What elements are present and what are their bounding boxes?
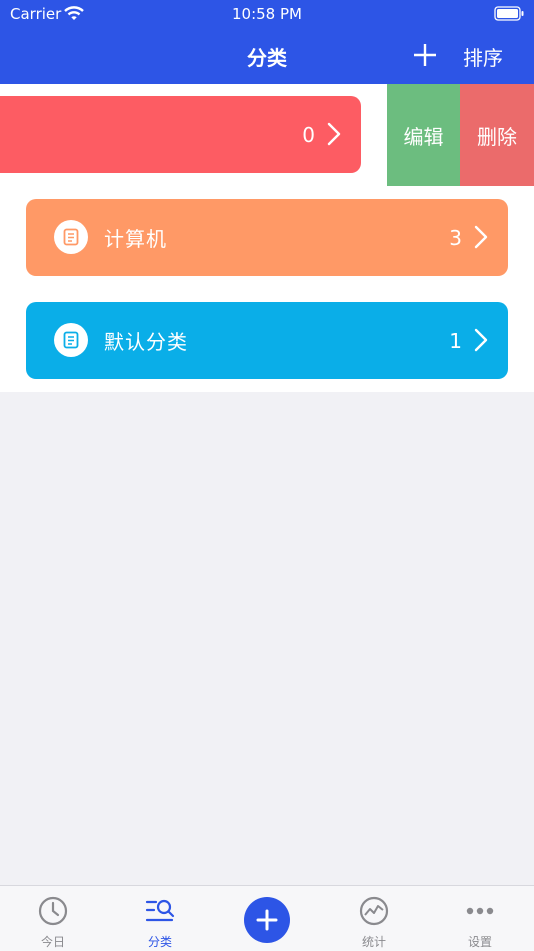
category-count: 3 bbox=[449, 225, 462, 250]
tab-label: 统计 bbox=[361, 935, 386, 949]
tab-bar: 今日 分类 统计 设置 bbox=[0, 885, 534, 951]
tab-category[interactable]: 分类 bbox=[120, 886, 200, 951]
stats-icon bbox=[359, 896, 389, 926]
tab-label: 分类 bbox=[147, 935, 172, 949]
category-label: 默认分类 bbox=[104, 330, 188, 354]
plus-icon bbox=[256, 909, 278, 931]
category-count: 1 bbox=[449, 328, 462, 353]
clock-icon bbox=[38, 896, 68, 926]
more-icon bbox=[466, 907, 494, 915]
nav-header: Carrier 10:58 PM 分类 排序 bbox=[0, 0, 534, 84]
status-bar: Carrier 10:58 PM bbox=[0, 0, 534, 30]
delete-button-label: 删除 bbox=[477, 124, 517, 149]
add-record-button[interactable] bbox=[244, 897, 290, 943]
chevron-right-icon bbox=[327, 122, 341, 146]
edit-button-label: 编辑 bbox=[403, 124, 444, 149]
battery-icon bbox=[494, 6, 524, 21]
sort-button[interactable]: 排序 bbox=[463, 42, 503, 71]
category-list: 0 编辑 删除 计算机 3 默认分类 1 bbox=[0, 84, 534, 392]
tab-today[interactable]: 今日 bbox=[13, 886, 93, 951]
chevron-right-icon bbox=[474, 225, 488, 249]
category-search-icon bbox=[145, 899, 175, 922]
status-time: 10:58 PM bbox=[232, 5, 302, 23]
tab-stats[interactable]: 统计 bbox=[334, 886, 414, 951]
category-list-icon bbox=[54, 323, 88, 357]
delete-button[interactable]: 删除 bbox=[460, 84, 534, 186]
category-card[interactable]: 默认分类 1 bbox=[26, 302, 508, 379]
category-list-icon bbox=[54, 220, 88, 254]
category-card-swiped[interactable]: 0 bbox=[0, 96, 361, 173]
tab-label: 今日 bbox=[40, 935, 65, 949]
category-label: 计算机 bbox=[104, 227, 167, 251]
chevron-right-icon bbox=[474, 328, 488, 352]
tab-label: 设置 bbox=[467, 935, 492, 949]
tab-settings[interactable]: 设置 bbox=[440, 886, 520, 951]
page-title: 分类 bbox=[247, 46, 287, 70]
category-count: 0 bbox=[302, 122, 315, 147]
edit-button[interactable]: 编辑 bbox=[387, 84, 460, 186]
add-category-plus-icon[interactable] bbox=[410, 40, 440, 70]
category-card[interactable]: 计算机 3 bbox=[26, 199, 508, 276]
